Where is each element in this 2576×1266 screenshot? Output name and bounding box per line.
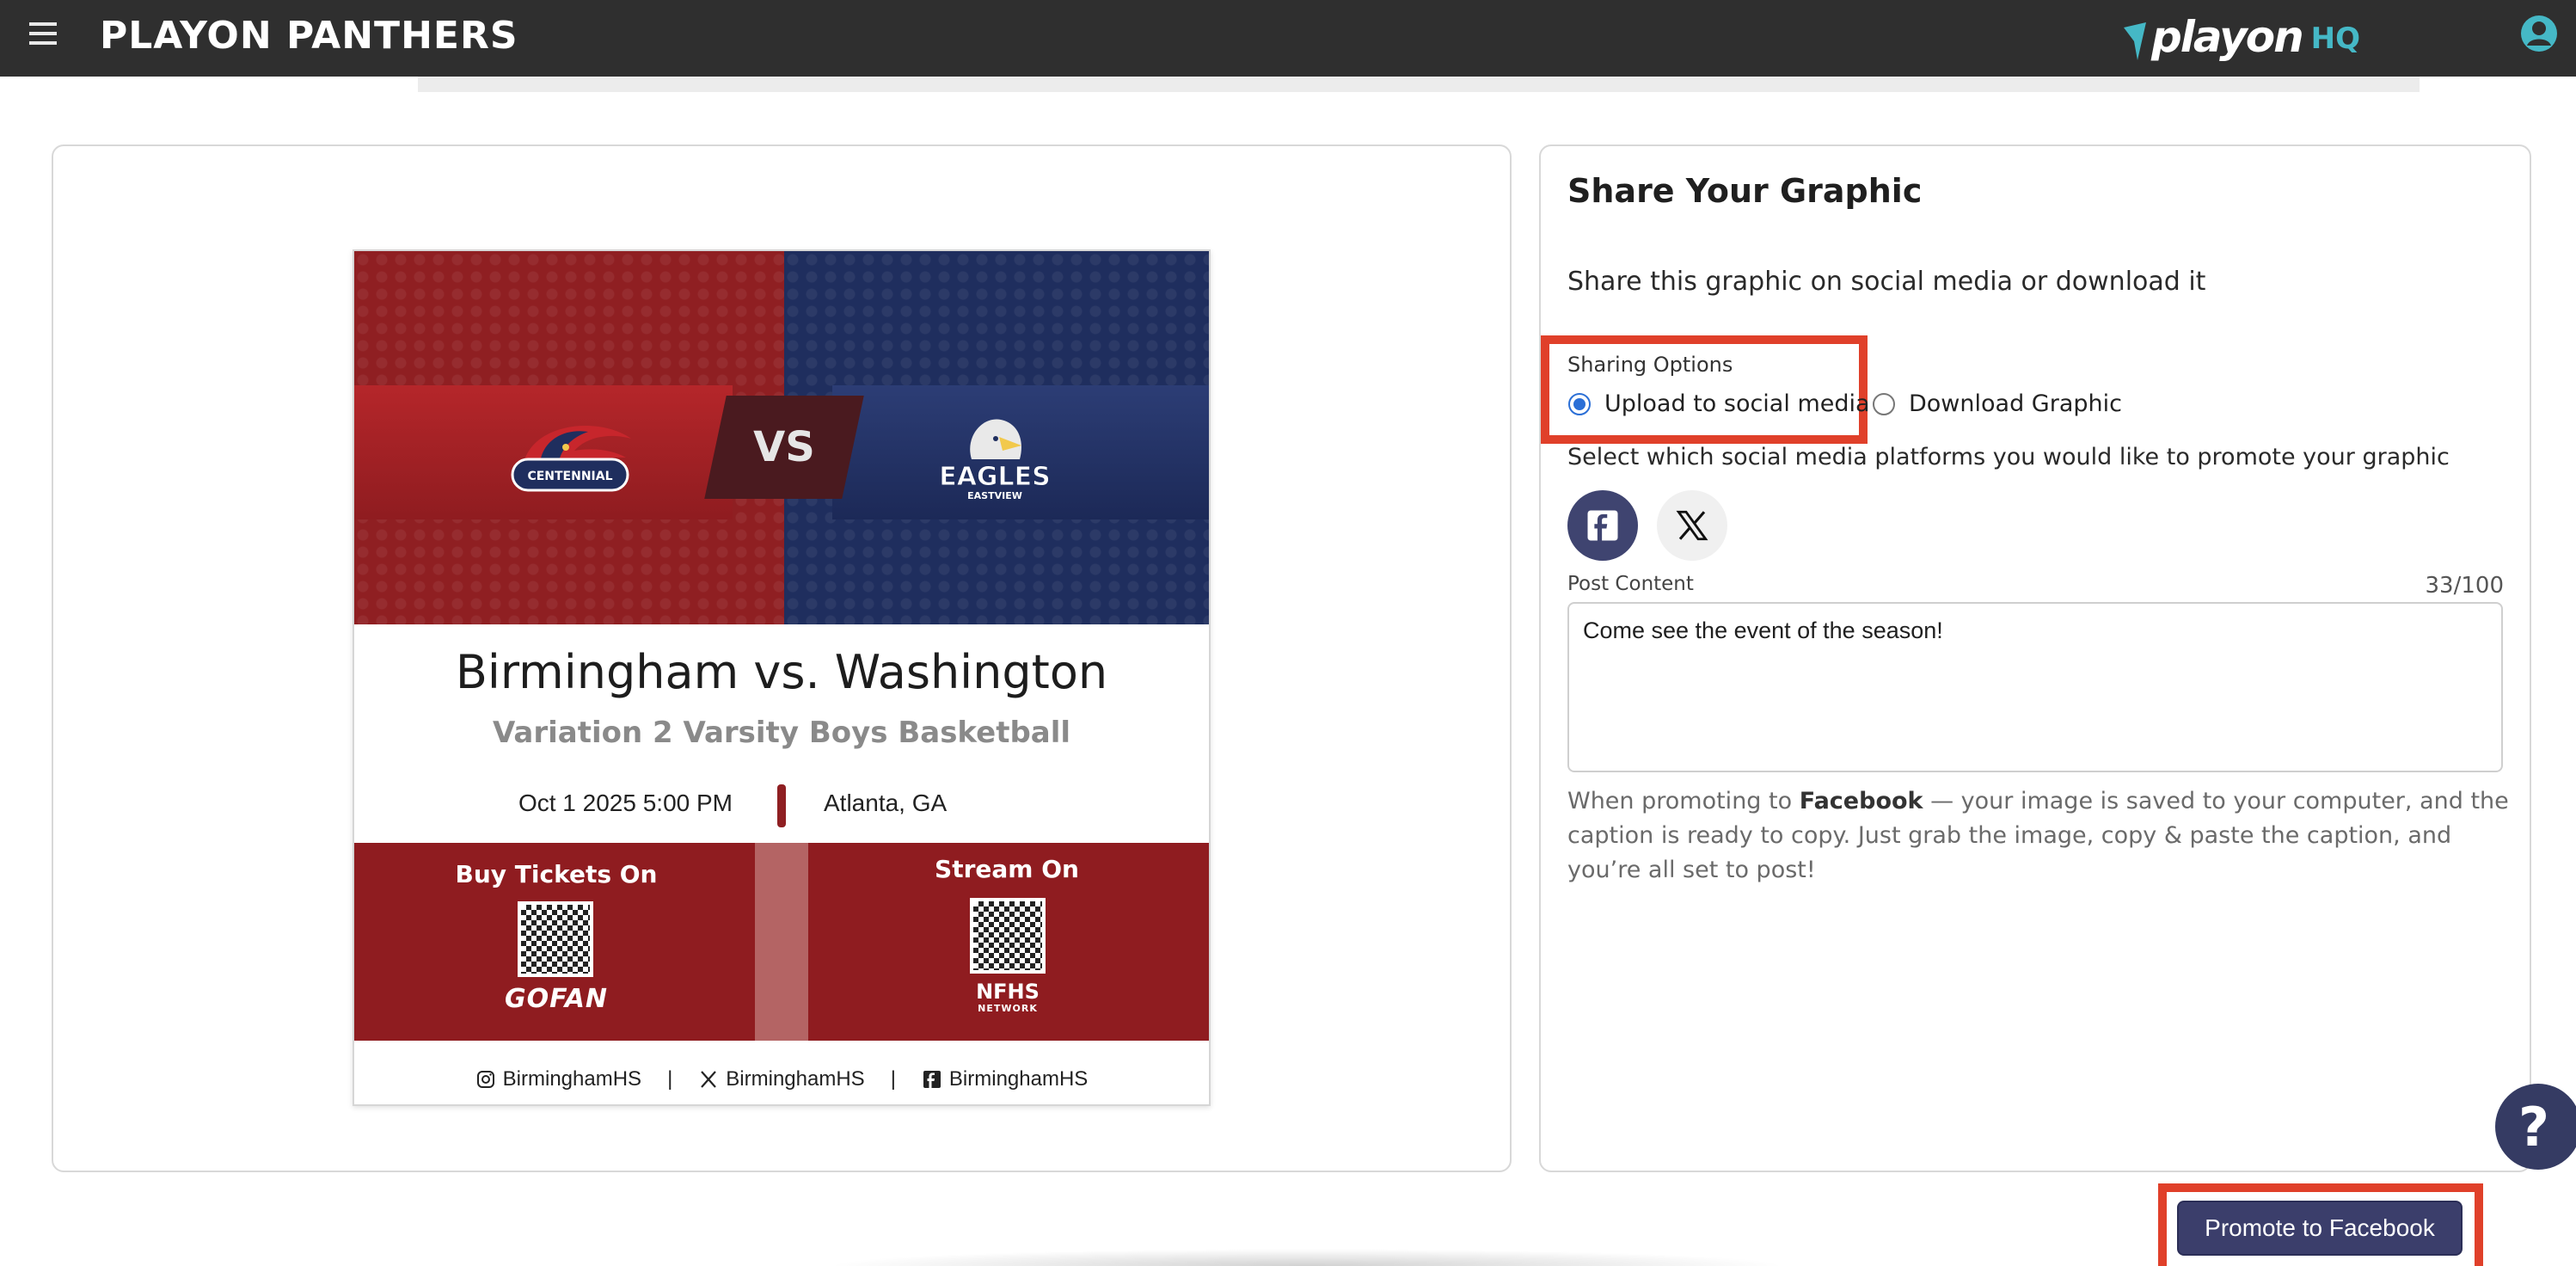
promotion-note: When promoting to Facebook — your image …: [1567, 784, 2513, 888]
radio-download-graphic[interactable]: Download Graphic: [1873, 390, 2122, 417]
radio-upload-to-social[interactable]: Upload to social media: [1568, 390, 1870, 417]
stream-label: Stream On: [935, 855, 1079, 883]
x-platform-button[interactable]: [1657, 490, 1727, 561]
away-logo-subtext: EASTVIEW: [967, 490, 1022, 501]
radio-button-checked[interactable]: [1568, 392, 1591, 415]
vs-text: VS: [753, 423, 815, 471]
radio-download-label: Download Graphic: [1909, 390, 2122, 417]
event-location: Atlanta, GA: [824, 790, 948, 816]
character-count: 33/100: [2425, 573, 2504, 599]
tickets-label: Buy Tickets On: [455, 860, 658, 888]
menu-icon[interactable]: [29, 22, 57, 46]
social-handle: BirminghamHS: [502, 1067, 642, 1091]
platform-prompt: Select which social media platforms you …: [1567, 444, 2450, 470]
bottom-shadow: [825, 1249, 1788, 1266]
tickets-qr-code: [518, 901, 593, 977]
info-divider: [777, 784, 786, 827]
promotion-note-platform: Facebook: [1799, 788, 1923, 814]
user-avatar-icon[interactable]: [2519, 14, 2559, 53]
facebook-icon: [923, 1071, 941, 1088]
away-logo-text: EAGLES: [939, 462, 1051, 492]
matchup-title: Birmingham vs. Washington: [455, 645, 1108, 699]
social-handle: BirminghamHS: [726, 1067, 865, 1091]
facebook-icon: [1587, 510, 1618, 541]
graphic-header: VS CENTENNIAL EAGLES EASTVIEW: [354, 251, 1209, 624]
facebook-platform-button[interactable]: [1567, 490, 1638, 561]
post-content-textarea[interactable]: Come see the event of the season!: [1567, 602, 2503, 772]
brand-hq: HQ: [2310, 22, 2361, 56]
top-bar: PLAYON PANTHERS playon HQ: [0, 0, 2576, 77]
playon-hq-logo[interactable]: playon HQ: [2120, 3, 2360, 64]
social-instagram: BirminghamHS: [475, 1067, 641, 1091]
share-description: Share this graphic on social media or do…: [1567, 267, 2206, 297]
instagram-icon: [476, 1071, 494, 1088]
nfhs-logo-text: NFHS: [976, 980, 1040, 1004]
centennial-logo-icon: CENTENNIAL: [511, 425, 631, 492]
home-logo-text: CENTENNIAL: [527, 470, 612, 483]
promote-to-facebook-button[interactable]: Promote to Facebook: [2177, 1201, 2463, 1256]
social-handle: BirminghamHS: [948, 1067, 1089, 1091]
post-content-label: Post Content: [1567, 573, 1694, 595]
nfhs-logo-subtext: NETWORK: [978, 1003, 1038, 1014]
x-icon: [701, 1071, 717, 1088]
org-name: PLAYON PANTHERS: [100, 14, 518, 58]
promotion-note-prefix: When promoting to: [1567, 788, 1800, 814]
eagles-logo-icon: EAGLES EASTVIEW: [939, 419, 1051, 501]
game-graphic: VS CENTENNIAL EAGLES EASTVIEW Birmingham…: [353, 249, 1211, 1106]
event-datetime: Oct 1 2025 5:00 PM: [518, 790, 733, 816]
social-separator: |: [667, 1067, 673, 1091]
event-variation: Variation 2 Varsity Boys Basketball: [492, 716, 1071, 750]
sub-header-strip: [418, 77, 2420, 92]
social-x: BirminghamHS: [698, 1067, 865, 1091]
radio-upload-label: Upload to social media: [1604, 390, 1870, 417]
brand-arrow-icon: [2124, 22, 2146, 60]
sharing-options-highlight: [1541, 335, 1868, 444]
radio-button-unchecked[interactable]: [1873, 392, 1895, 415]
gofan-logo: GOFAN: [504, 984, 609, 1014]
stream-qr-code: [970, 898, 1046, 974]
x-icon: [1676, 510, 1708, 541]
band-divider: [755, 843, 808, 1041]
social-handles: BirminghamHS | BirminghamHS | Birmingham…: [354, 1058, 1209, 1101]
nfhs-network-logo: NFHS NETWORK: [956, 980, 1059, 1014]
sharing-options-label: Sharing Options: [1567, 353, 1733, 377]
share-title: Share Your Graphic: [1567, 172, 1923, 210]
help-button[interactable]: ?: [2495, 1084, 2576, 1170]
social-facebook: BirminghamHS: [922, 1067, 1088, 1091]
brand-word: playon: [2151, 12, 2304, 62]
social-separator: |: [890, 1067, 896, 1091]
